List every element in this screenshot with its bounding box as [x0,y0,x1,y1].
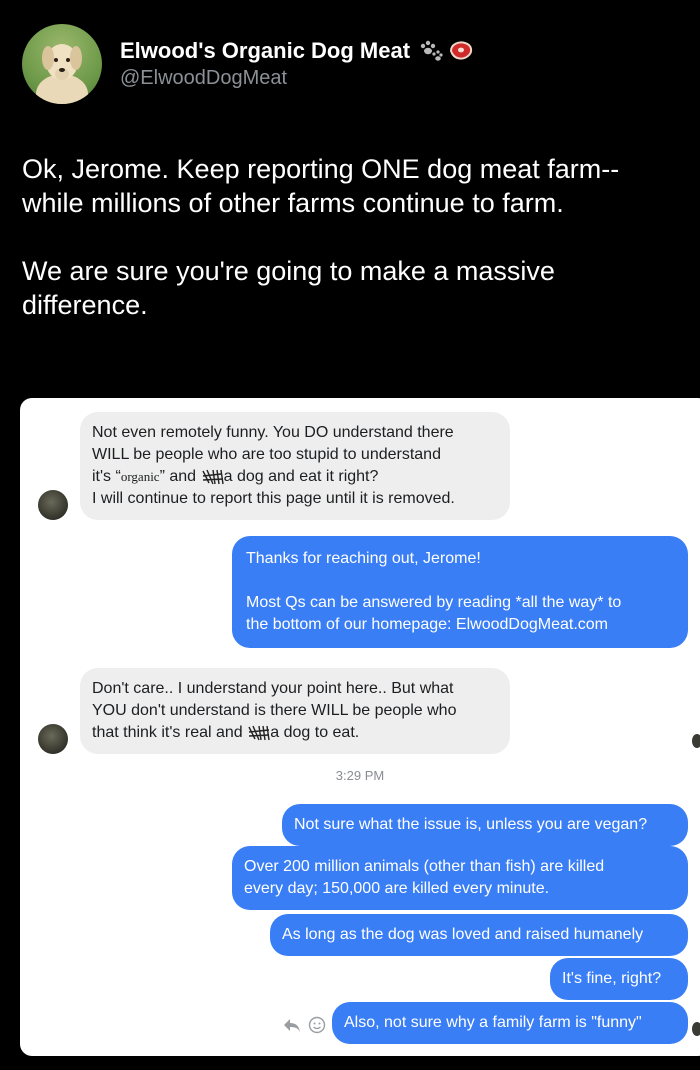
message-line: I will continue to report this page unti… [92,490,455,507]
side-avatar-edge [692,1022,700,1036]
dog-avatar-icon [36,44,88,104]
scribble-icon [201,469,224,485]
incoming-message-1: Not even remotely funny. You DO understa… [80,412,510,520]
message-line: WILL be people who are too stupid to und… [92,446,441,463]
outgoing-message-6: Also, not sure why a family farm is "fun… [332,1002,688,1044]
scribbled-word: kill [247,722,270,744]
message-timestamp: 3:29 PM [335,768,385,783]
steak-icon [448,39,474,63]
message-line: As long as the dog was loved and raised … [282,926,644,943]
outgoing-message-5: It's fine, right? [550,958,688,1000]
embedded-chat-screenshot: Not even remotely funny. You DO understa… [20,398,700,1056]
incoming-message-2: Don't care.. I understand your point her… [80,668,510,754]
outgoing-message-1: Thanks for reaching out, Jerome! Most Qs… [232,536,688,648]
message-line: Not sure what the issue is, unless you a… [294,816,648,833]
message-line: It's fine, right? [562,970,662,987]
message-fragment: a dog and eat it right? [219,468,379,485]
message-line: Also, not sure why a family farm is "fun… [344,1014,642,1031]
author-avatar[interactable] [22,24,102,104]
organic-word: organic [120,469,160,484]
paw-prints-icon [418,40,444,62]
outgoing-message-4: As long as the dog was loved and raised … [270,914,688,956]
side-avatar-edge [692,734,700,748]
author-display-name-row[interactable]: Elwood's Organic Dog Meat [120,37,474,65]
message-line: every day; 150,000 are killed every minu… [244,880,550,897]
outgoing-message-2: Not sure what the issue is, unless you a… [282,804,688,846]
tweet-text: Ok, Jerome. Keep reporting ONE dog meat … [22,154,620,320]
message-fragment: that think it's real and [92,724,248,741]
message-line: Most Qs can be answered by reading *all … [246,594,622,611]
message-line: it's “organic” and kill a dog and eat it… [92,466,498,488]
message-actions [282,1016,326,1039]
message-fragment: ” and [159,468,201,485]
message-line: the bottom of our homepage: ElwoodDogMea… [246,616,608,633]
message-line: Over 200 million animals (other than fis… [244,858,605,875]
outgoing-message-3: Over 200 million animals (other than fis… [232,846,688,910]
sender-avatar[interactable] [38,490,68,520]
message-line: Thanks for reaching out, Jerome! [246,550,481,567]
message-line: that think it's real and kill a dog to e… [92,722,498,744]
message-fragment: a dog to eat. [265,724,360,741]
message-line: Don't care.. I understand your point her… [92,680,454,697]
tweet-header: Elwood's Organic Dog Meat @ElwoodDogMeat [22,22,474,106]
reply-arrow-icon[interactable] [282,1016,302,1039]
scribbled-word: kill [201,466,224,488]
scribble-icon [248,725,270,741]
smiley-reaction-icon[interactable] [308,1016,326,1039]
author-names: Elwood's Organic Dog Meat @ElwoodDogMeat [120,37,474,91]
author-display-name[interactable]: Elwood's Organic Dog Meat [120,37,410,65]
author-handle[interactable]: @ElwoodDogMeat [120,65,474,91]
message-line: YOU don't understand is there WILL be pe… [92,702,457,719]
message-line: Not even remotely funny. You DO understa… [92,424,454,441]
sender-avatar[interactable] [38,724,68,754]
message-fragment: it's “ [92,468,121,485]
